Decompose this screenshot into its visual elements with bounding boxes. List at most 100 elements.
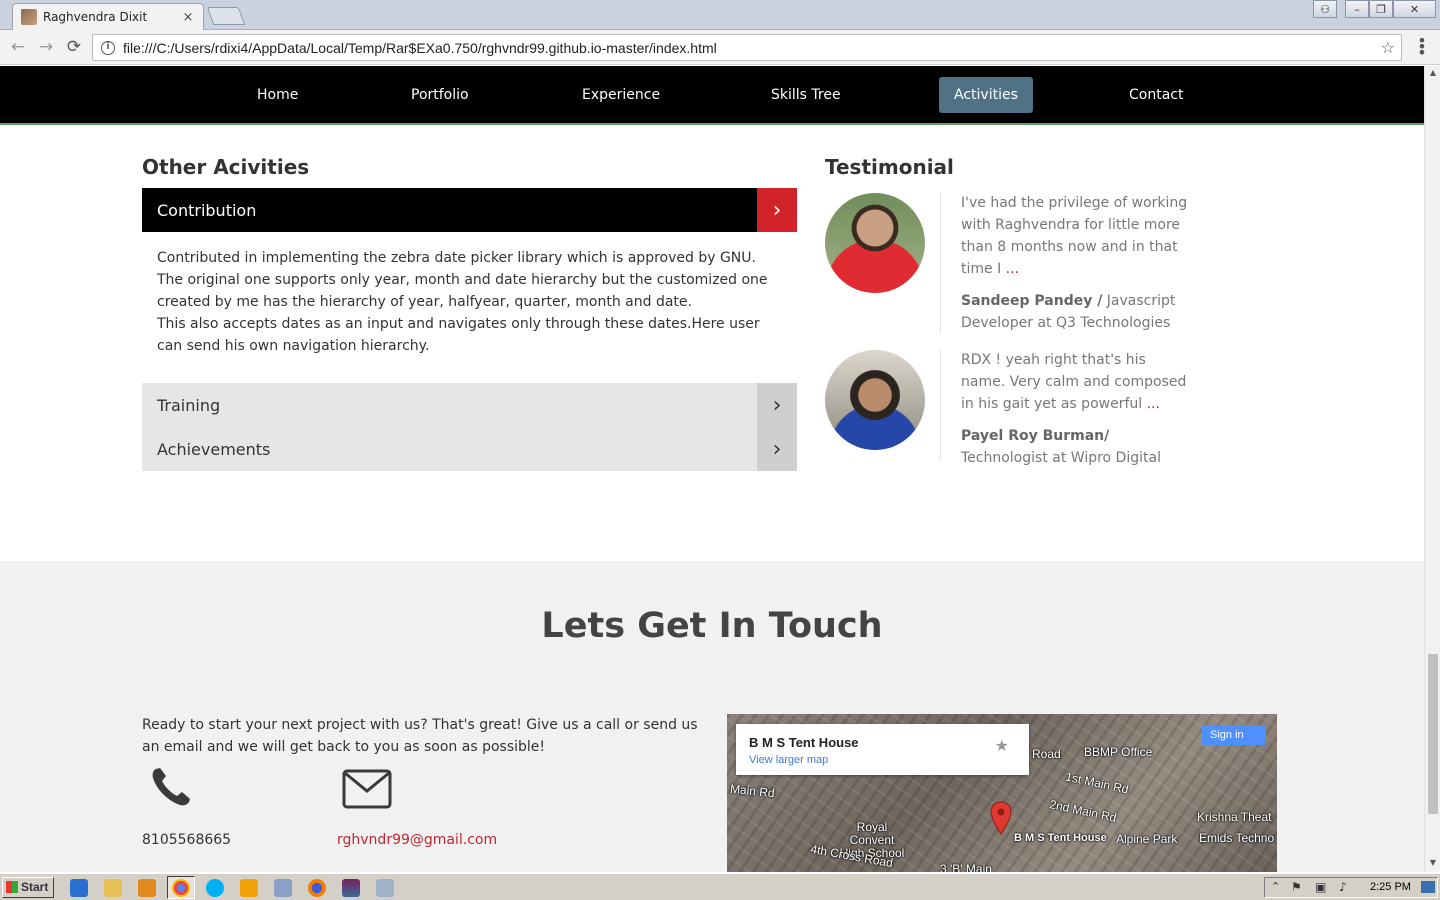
url-text[interactable]: file:///C:/Users/rdixi4/AppData/Local/Te… <box>123 40 1381 56</box>
scroll-down-icon[interactable]: ▼ <box>1425 858 1440 867</box>
contact-text: Ready to start your next project with us… <box>142 717 698 755</box>
quote-text: I've had the privilege of working with R… <box>961 195 1188 277</box>
testimonial-author: Sandeep Pandey / Javascript Developer at… <box>961 290 1191 334</box>
bookmark-star-icon[interactable]: ☆ <box>1381 38 1395 57</box>
author-name: Sandeep Pandey / <box>961 293 1103 309</box>
nav-home[interactable]: Home <box>242 77 313 113</box>
start-label: Start <box>21 880 49 894</box>
read-more-link[interactable]: ... <box>1006 261 1019 277</box>
tray-expand-icon[interactable]: ⌃ <box>1271 880 1280 893</box>
clock[interactable]: 2:25 PM <box>1370 881 1411 893</box>
ie-icon[interactable] <box>70 879 88 897</box>
contact-section: Lets Get In Touch Ready to start your ne… <box>0 561 1424 872</box>
map-label: 1st Main Rd <box>1064 769 1130 797</box>
firefox-icon[interactable] <box>308 879 326 897</box>
map-sign-in-button[interactable]: Sign in <box>1202 725 1266 745</box>
close-window-icon[interactable]: ✕ <box>1393 0 1436 18</box>
google-map[interactable]: Road BBMP Office 1st Main Rd 2nd Main Rd… <box>727 714 1277 872</box>
scrollbar-thumb[interactable] <box>1428 654 1438 814</box>
taskbar: Start ⌃ ⚑ ▣ ♪ 2:25 PM <box>0 873 1440 900</box>
scroll-up-icon[interactable]: ▲ <box>1425 68 1440 77</box>
skype-icon[interactable] <box>206 879 224 897</box>
network-app-icon[interactable] <box>274 879 292 897</box>
browser-menu-icon[interactable]: • • • <box>1415 33 1429 61</box>
mail-icon <box>342 769 392 809</box>
flag-icon[interactable]: ⚑ <box>1291 880 1302 894</box>
favicon-icon <box>21 9 37 25</box>
restore-icon[interactable]: ❐ <box>1369 0 1393 18</box>
nav-skills-tree[interactable]: Skills Tree <box>756 77 856 113</box>
address-bar[interactable]: i file:///C:/Users/rdixi4/AppData/Local/… <box>92 34 1402 61</box>
divider <box>940 193 941 333</box>
windows-logo-icon <box>6 881 18 893</box>
chevron-right-icon[interactable]: › <box>757 427 797 471</box>
info-icon[interactable]: i <box>101 40 115 55</box>
view-larger-map-link[interactable]: View larger map <box>749 754 828 766</box>
chrome-icon[interactable] <box>172 879 190 897</box>
minimize-icon[interactable]: – <box>1345 0 1369 18</box>
accordion-achievements[interactable]: Achievements › <box>142 427 797 471</box>
volume-icon[interactable]: ♪ <box>1339 880 1347 894</box>
chevron-right-icon[interactable]: › <box>757 383 797 427</box>
avatar <box>825 193 925 293</box>
page-viewport: Home Portfolio Experience Skills Tree Ac… <box>0 66 1424 872</box>
save-star-icon[interactable]: ★ <box>995 736 1009 755</box>
map-label: Krishna Theat <box>1197 810 1272 824</box>
reload-icon[interactable]: ⟳ <box>63 37 85 57</box>
contact-title: Lets Get In Touch <box>541 606 883 646</box>
divider <box>940 350 941 460</box>
read-more-link[interactable]: ... <box>1147 396 1160 412</box>
start-button[interactable]: Start <box>2 877 54 898</box>
tab-title: Raghvendra Dixit <box>43 10 148 24</box>
nav-experience[interactable]: Experience <box>567 77 675 113</box>
new-tab-button[interactable] <box>206 7 246 25</box>
map-info-card: B M S Tent House View larger map ★ <box>736 724 1029 775</box>
contribution-body: Contributed in implementing the zebra da… <box>157 247 777 357</box>
back-icon[interactable]: ← <box>7 37 29 57</box>
tool-icon[interactable] <box>376 879 394 897</box>
accordion-contribution[interactable]: Contribution › <box>142 188 797 232</box>
email-link[interactable]: rghvndr99@gmail.com <box>337 832 497 848</box>
explorer-icon[interactable] <box>104 879 122 897</box>
testimonial-quote: I've had the privilege of working with R… <box>961 192 1191 280</box>
map-pin-icon[interactable] <box>990 801 1012 835</box>
testimonial-author: Payel Roy Burman/ Technologist at Wipro … <box>961 425 1191 469</box>
accordion-label: Contribution <box>157 200 257 220</box>
accordion-label: Achievements <box>157 439 271 459</box>
close-tab-icon[interactable]: × <box>181 10 195 25</box>
avatar <box>825 350 925 450</box>
contribution-paragraph: Contributed in implementing the zebra da… <box>157 250 768 310</box>
nav-portfolio[interactable]: Portfolio <box>396 77 484 113</box>
top-navigation: Home Portfolio Experience Skills Tree Ac… <box>0 66 1424 125</box>
map-place-name: B M S Tent House <box>749 735 859 750</box>
contribution-paragraph: This also accepts dates as an input and … <box>157 316 760 354</box>
winrar-icon[interactable] <box>342 879 360 897</box>
phone-icon <box>152 768 190 806</box>
testimonial-quote: RDX ! yeah right that's his name. Very c… <box>961 349 1191 415</box>
browser-tab-bar: Raghvendra Dixit × ⚇ – ❐ ✕ <box>0 0 1440 30</box>
show-desktop-icon[interactable] <box>1421 881 1435 893</box>
browser-tab[interactable]: Raghvendra Dixit × <box>12 3 204 30</box>
nav-contact[interactable]: Contact <box>1114 77 1198 113</box>
network-icon[interactable]: ▣ <box>1315 880 1326 894</box>
accordion-training[interactable]: Training › <box>142 383 797 427</box>
page-scrollbar[interactable]: ▲ ▼ <box>1424 66 1440 872</box>
map-label: Main Rd <box>729 781 776 801</box>
system-tray: ⌃ ⚑ ▣ ♪ <box>1264 877 1438 898</box>
media-player-icon[interactable] <box>138 879 156 897</box>
accordion-label: Training <box>157 395 221 415</box>
map-label: Emids Techno <box>1199 831 1275 845</box>
author-role: Technologist at Wipro Digital <box>961 450 1161 466</box>
map-label: 3 'B' Main <box>940 862 992 872</box>
chevron-right-icon[interactable]: › <box>757 188 797 232</box>
map-label: 2nd Main Rd <box>1048 797 1118 825</box>
forward-icon[interactable]: → <box>35 37 57 57</box>
outlook-icon[interactable] <box>240 879 258 897</box>
map-label: Road <box>1032 747 1061 761</box>
phone-number: 8105568665 <box>142 832 232 848</box>
author-name: Payel Roy Burman/ <box>961 428 1110 444</box>
user-profile-icon[interactable]: ⚇ <box>1313 0 1337 18</box>
testimonial-title: Testimonial <box>825 155 954 179</box>
nav-activities[interactable]: Activities <box>939 77 1033 113</box>
activities-title: Other Acivities <box>142 155 310 179</box>
